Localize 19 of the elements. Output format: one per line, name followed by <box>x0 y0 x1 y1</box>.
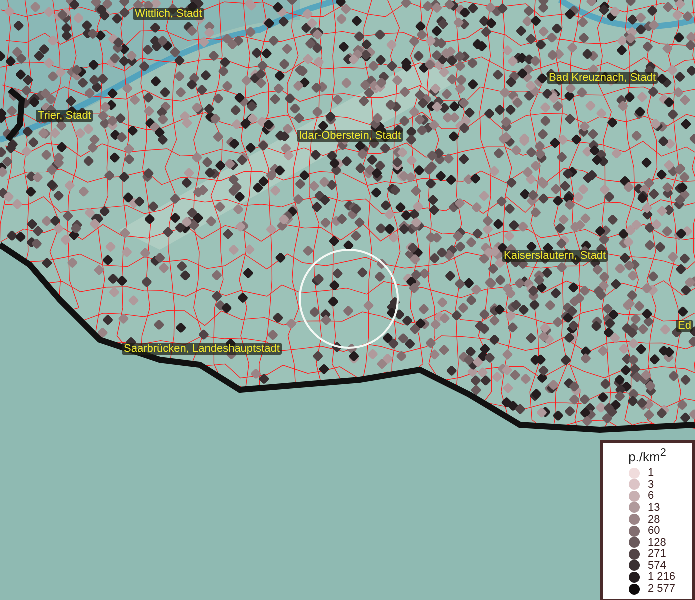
legend-title: p./km$^{2}$ <box>628 446 666 466</box>
place-label: Wittlich, Stadt <box>133 8 204 20</box>
place-label: Ed <box>676 320 694 332</box>
legend-label: 6 <box>648 490 654 502</box>
legend-label: 128 <box>648 536 666 549</box>
legend-label: 574 <box>648 560 666 572</box>
legend-label: 1 216 <box>648 571 676 584</box>
legend-label: 1 <box>648 467 654 480</box>
legend-label: 2 577 <box>648 583 676 596</box>
legend-label: 3 <box>648 478 654 491</box>
place-label: Kaiserslautern, Stadt <box>502 250 608 262</box>
legend-label: 271 <box>648 548 666 560</box>
place-label: Saarbrücken, Landeshauptstadt <box>122 343 282 355</box>
place-label: Trier, Stadt <box>36 110 94 122</box>
place-label: Bad Kreuznach, Stadt <box>547 72 658 84</box>
legend-label: 13 <box>648 502 660 514</box>
legend-label: 28 <box>648 514 660 526</box>
place-label: Idar-Oberstein, Stadt <box>297 130 404 142</box>
legend-label: 60 <box>648 525 660 538</box>
